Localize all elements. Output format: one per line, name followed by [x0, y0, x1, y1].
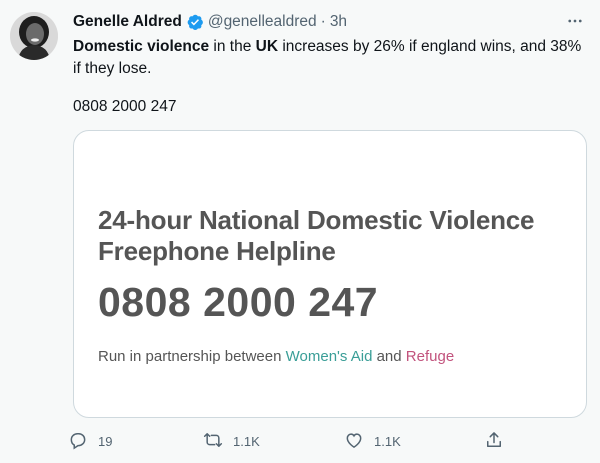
tweet-header: Genelle Aldred @genellealdred · 3h [73, 12, 586, 32]
card-title: 24-hour National Domestic Violence Freep… [98, 205, 566, 267]
tweet[interactable]: Genelle Aldred @genellealdred · 3h Domes… [0, 0, 600, 463]
image-card[interactable]: 24-hour National Domestic Violence Freep… [73, 130, 587, 418]
card-subtitle-and: and [372, 348, 406, 365]
like-count: 1.1K [374, 433, 401, 449]
reply-button[interactable]: 19 [68, 428, 112, 454]
tweet-text: Domestic violence in the UK increases by… [73, 36, 586, 80]
womens-aid-label: Women's Aid [285, 348, 373, 365]
retweet-count: 1.1K [233, 433, 260, 449]
retweet-button[interactable]: 1.1K [203, 428, 260, 454]
more-dots-icon[interactable] [562, 8, 588, 34]
card-title-line-1: 24-hour National Domestic Violence [98, 205, 535, 235]
timestamp[interactable]: 3h [330, 12, 347, 32]
reply-icon [68, 430, 88, 453]
avatar[interactable] [10, 12, 58, 60]
hashtag-domestic-violence[interactable]: Domestic violence [73, 38, 209, 55]
like-button[interactable]: 1.1K [344, 428, 401, 454]
card-phone-number: 0808 2000 247 [98, 279, 379, 325]
verified-badge-icon [186, 13, 204, 31]
card-title-line-2: Freephone Helpline [98, 236, 336, 266]
card-subtitle-prefix: Run in partnership between [98, 348, 286, 365]
heart-icon [344, 430, 364, 453]
avatar-photo [10, 12, 58, 60]
refuge-label: Refuge [405, 348, 455, 365]
author-name[interactable]: Genelle Aldred [73, 12, 182, 32]
reply-count: 19 [98, 433, 113, 449]
separator-dot: · [320, 13, 326, 30]
tweet-text-part: in the [209, 38, 256, 55]
card-subtitle: Run in partnership between Women's Aid a… [98, 347, 454, 367]
share-icon [484, 430, 504, 453]
share-button[interactable] [484, 428, 504, 454]
tweet-phone-number: 0808 2000 247 [73, 98, 177, 115]
retweet-icon [203, 430, 223, 453]
hashtag-uk[interactable]: UK [256, 38, 278, 55]
author-handle[interactable]: @genellealdred [208, 12, 317, 32]
action-bar: 19 1.1K 1.1K [68, 428, 518, 454]
